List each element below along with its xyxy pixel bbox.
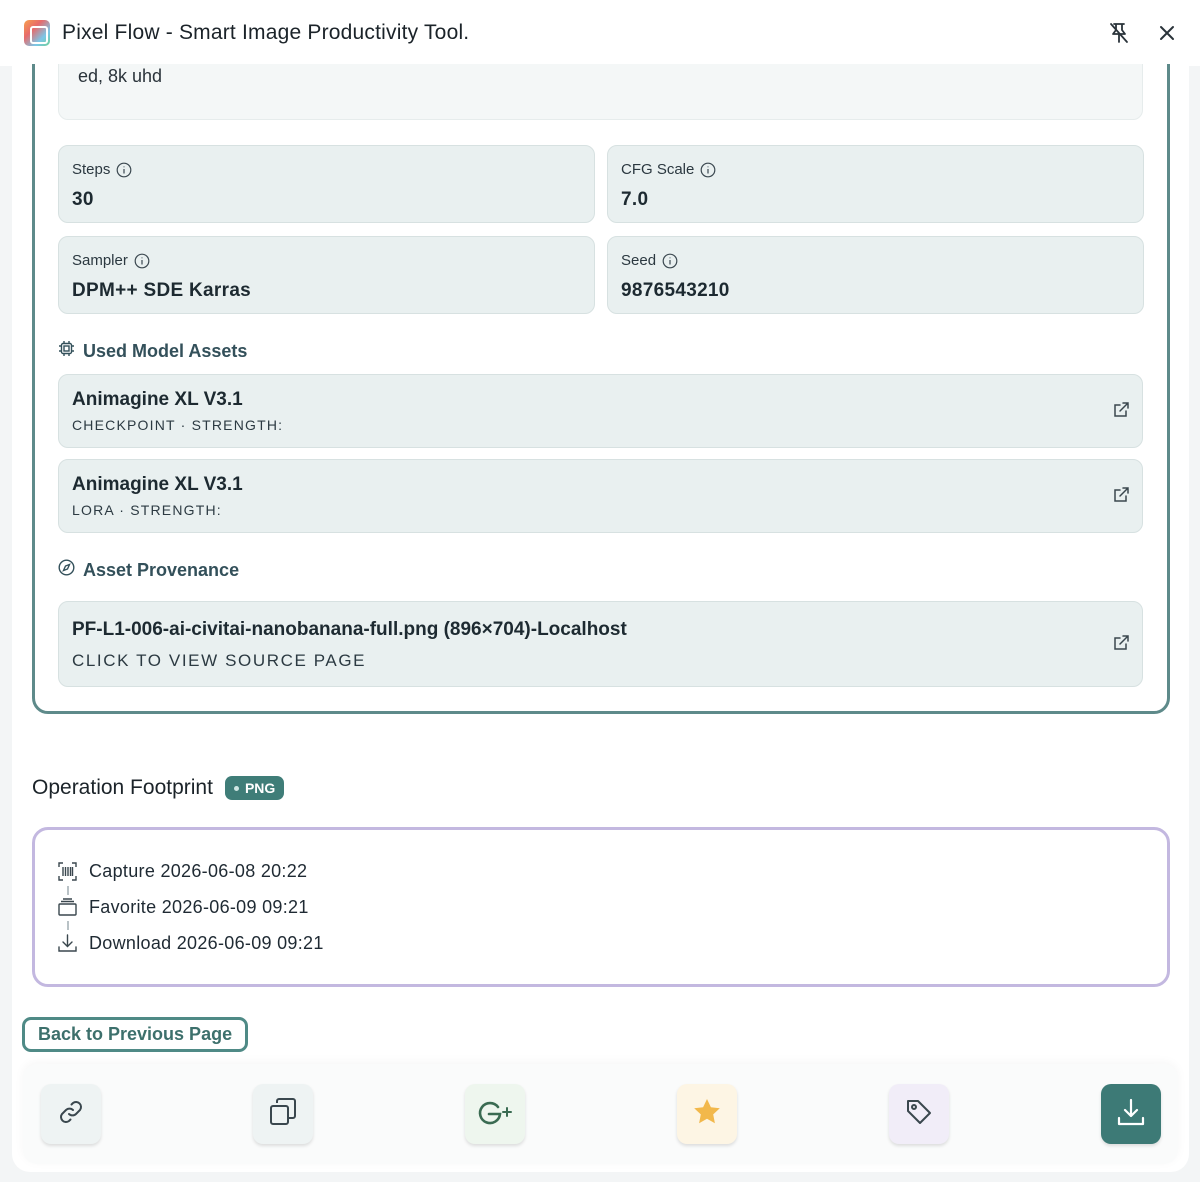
provenance-file: PF-L1-006-ai-civitai-nanobanana-full.png… <box>72 619 627 640</box>
asset-meta: LORA · STRENGTH: <box>72 502 222 518</box>
download-button[interactable] <box>1101 1084 1161 1144</box>
prompt-box: ed, 8k uhd <box>58 64 1143 120</box>
info-icon[interactable] <box>116 162 132 178</box>
info-icon[interactable] <box>134 253 150 269</box>
asset-name: Animagine XL V3.1 <box>72 389 243 410</box>
param-seed: Seed 9876543210 <box>607 236 1144 314</box>
google-plus-icon <box>475 1098 515 1131</box>
back-button[interactable]: Back to Previous Page <box>22 1017 249 1052</box>
operation-title: Operation Footprint <box>32 776 213 799</box>
timeline-connector <box>67 886 69 895</box>
badge-label: PNG <box>244 780 276 796</box>
badge-dot <box>233 785 239 791</box>
app-logo-icon <box>24 20 50 46</box>
info-icon[interactable] <box>662 253 678 269</box>
event-label: Capture 2026-06-08 20:22 <box>89 861 308 881</box>
tag-button[interactable] <box>889 1084 949 1144</box>
window-title: Pixel Flow - Smart Image Productivity To… <box>62 21 470 44</box>
model-asset-item[interactable]: Animagine XL V3.1 LORA · STRENGTH: <box>58 459 1143 533</box>
param-steps: Steps 30 <box>58 145 595 223</box>
section-title-text: Asset Provenance <box>83 559 240 580</box>
detail-panel[interactable]: ed, 8k uhd Steps 30 CFG Scale 7.0 Sample… <box>12 64 1189 1172</box>
asset-meta: CHECKPOINT · STRENGTH: <box>72 417 284 433</box>
param-label: Seed <box>621 252 657 269</box>
google-lens-button[interactable] <box>465 1084 525 1144</box>
download-icon <box>57 934 77 954</box>
used-model-assets-heading: Used Model Assets <box>58 340 247 362</box>
copy-link-button[interactable] <box>41 1084 101 1144</box>
external-link-icon[interactable] <box>1112 634 1130 657</box>
download-icon <box>1115 1096 1147 1133</box>
timeline-connector <box>67 921 69 930</box>
section-title-text: Used Model Assets <box>83 340 248 361</box>
chip-icon <box>58 340 75 362</box>
barcode-scan-icon <box>57 862 77 882</box>
external-link-icon[interactable] <box>1112 401 1130 424</box>
operation-event: Download 2026-06-09 09:21 <box>57 933 324 954</box>
operation-event: Favorite 2026-06-09 09:21 <box>57 897 309 918</box>
param-label: CFG Scale <box>621 161 695 178</box>
param-value: 30 <box>72 189 94 210</box>
copy-prompt-icon[interactable] <box>1106 64 1124 70</box>
event-label: Download 2026-06-09 09:21 <box>89 933 324 953</box>
favorite-button[interactable] <box>677 1084 737 1144</box>
operation-footprint-card: Capture 2026-06-08 20:22 Favorite 2026-0… <box>32 827 1170 987</box>
provenance-item[interactable]: PF-L1-006-ai-civitai-nanobanana-full.png… <box>58 601 1143 687</box>
asset-provenance-heading: Asset Provenance <box>58 559 239 581</box>
model-asset-item[interactable]: Animagine XL V3.1 CHECKPOINT · STRENGTH: <box>58 374 1143 448</box>
operation-footprint-heading: Operation Footprint PNG <box>32 776 285 800</box>
param-label: Steps <box>72 161 111 178</box>
link-icon <box>57 1098 85 1131</box>
archive-box-icon <box>57 898 77 918</box>
view-source-link[interactable]: CLICK TO VIEW SOURCE PAGE <box>72 651 366 671</box>
action-toolbar <box>23 1064 1178 1164</box>
param-value: 7.0 <box>621 189 649 210</box>
param-cfg-scale: CFG Scale 7.0 <box>607 145 1144 223</box>
asset-name: Animagine XL V3.1 <box>72 474 243 495</box>
compass-icon <box>58 559 75 581</box>
tag-icon <box>905 1098 933 1131</box>
star-icon <box>691 1096 723 1133</box>
prompt-text: ed, 8k uhd <box>78 66 163 86</box>
format-badge: PNG <box>224 776 285 800</box>
title-bar: Pixel Flow - Smart Image Productivity To… <box>0 0 1200 66</box>
param-value: 9876543210 <box>621 280 730 301</box>
external-link-icon[interactable] <box>1112 486 1130 509</box>
event-label: Favorite 2026-06-09 09:21 <box>89 897 309 917</box>
param-label: Sampler <box>72 252 128 269</box>
param-value: DPM++ SDE Karras <box>72 280 252 301</box>
info-icon[interactable] <box>700 162 716 178</box>
unpin-icon[interactable] <box>1108 22 1130 44</box>
close-icon[interactable] <box>1156 22 1178 44</box>
copy-image-button[interactable] <box>253 1084 313 1144</box>
copy-icon <box>268 1097 298 1132</box>
param-sampler: Sampler DPM++ SDE Karras <box>58 236 595 314</box>
operation-event: Capture 2026-06-08 20:22 <box>57 861 307 882</box>
